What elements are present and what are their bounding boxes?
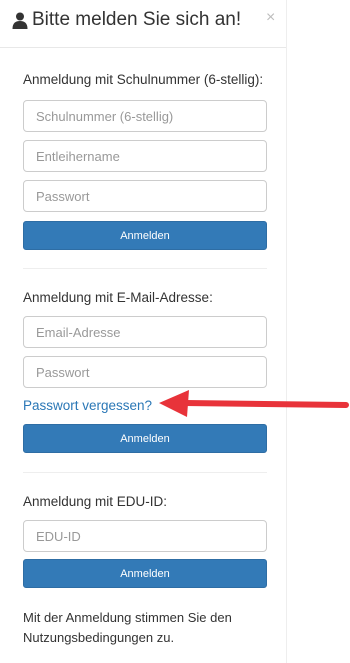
annotation-arrow-icon xyxy=(159,390,349,417)
forgot-password-link[interactable]: Passwort vergessen? xyxy=(23,398,152,413)
modal-title-text: Bitte melden Sie sich an! xyxy=(32,9,242,30)
close-icon[interactable]: × xyxy=(266,9,275,27)
terms-text: Mit der Anmeldung stimmen Sie den Nutzun… xyxy=(23,610,232,645)
borrower-name-input[interactable] xyxy=(23,140,267,172)
edu-login-heading: Anmeldung mit EDU-ID: xyxy=(23,494,168,509)
email-password-input[interactable] xyxy=(23,356,267,388)
login-modal: Bitte melden Sie sich an! × Anmeldung mi… xyxy=(0,0,287,663)
email-login-button[interactable]: Anmelden xyxy=(23,424,267,453)
email-input[interactable] xyxy=(23,316,267,348)
edu-id-input[interactable] xyxy=(23,520,267,552)
modal-title: Bitte melden Sie sich an! xyxy=(12,9,241,31)
school-number-input[interactable] xyxy=(23,100,267,132)
email-login-heading: Anmeldung mit E-Mail-Adresse: xyxy=(23,290,213,305)
edu-login-button[interactable]: Anmelden xyxy=(23,559,267,588)
section-divider xyxy=(23,472,267,473)
school-password-input[interactable] xyxy=(23,180,267,212)
user-icon xyxy=(12,12,28,29)
modal-header: Bitte melden Sie sich an! × xyxy=(0,0,286,48)
section-divider xyxy=(23,268,267,269)
school-login-button[interactable]: Anmelden xyxy=(23,221,267,250)
school-login-heading: Anmeldung mit Schulnummer (6-stellig): xyxy=(23,72,264,87)
